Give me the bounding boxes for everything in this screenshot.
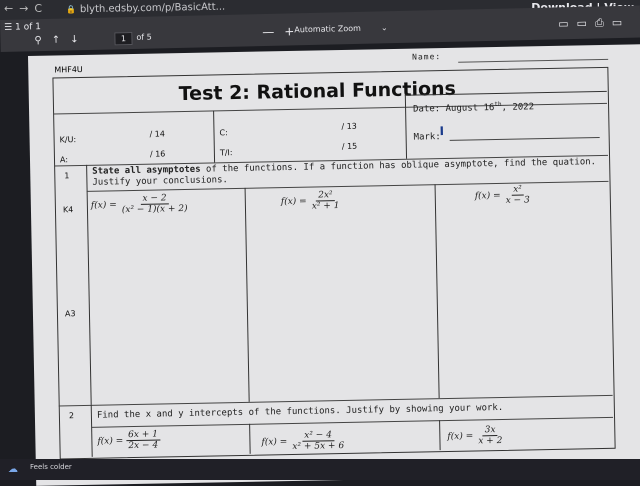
q1-function-1-denominator: (x² − 1)(x + 2) (121, 203, 188, 216)
sidebar-toggle-icon[interactable]: ☰ (4, 23, 15, 33)
q1-function-2-numerator: 2x² (316, 190, 335, 202)
name-line (458, 58, 609, 63)
previous-page-icon[interactable]: ↑ (52, 34, 71, 45)
mark-label: Mark: (413, 132, 441, 143)
q1-function-3: f(x) = x² x − 3 (475, 184, 532, 206)
toolbar-right-icons: ▭▭⎙▭ (558, 16, 630, 32)
q1-function-1-numerator: x − 2 (140, 193, 169, 205)
q1-category-k: K4 (62, 205, 74, 215)
taskbar: ☁ Feels colder (0, 459, 640, 480)
score-total-ti: / 15 (341, 141, 358, 151)
toolbar-left-icons: ⚲↑↓ (34, 34, 88, 46)
page-label: ☰ 1 of 1 (4, 22, 41, 33)
name-label: Name: (412, 52, 442, 62)
q2-function-3-denominator: x + 2 (478, 435, 503, 447)
q1-function-1-label: f(x) = (90, 199, 117, 211)
q1-function-2: f(x) = 2x² x² + 1 (281, 190, 342, 212)
lock-icon: 🔒 (65, 5, 77, 15)
total-pages-label: of 5 (136, 32, 152, 42)
score-label-c: C: (219, 128, 228, 138)
document-page: MHF4U Name: Test 2: Rational Functions K… (28, 44, 640, 486)
q1-function-3-numerator: x² (511, 184, 524, 196)
q2-function-2-denominator: x² + 5x + 6 (292, 441, 345, 452)
zoom-out-button[interactable]: — (262, 25, 284, 39)
q2-function-1-numerator: 6x + 1 (126, 429, 161, 442)
q1-function-3-denominator: x − 3 (505, 195, 530, 206)
q2-number: 2 (68, 411, 75, 421)
weather-text[interactable]: Feels colder (30, 463, 72, 471)
date-suffix: th (494, 100, 502, 109)
score-total-a: / 16 (149, 149, 166, 159)
score-label-ku: K/U: (59, 135, 77, 145)
next-page-icon[interactable]: ↓ (70, 34, 89, 45)
print-icon[interactable]: ⎙ (595, 16, 612, 29)
q1-function-1: f(x) = x − 2 (x² − 1)(x + 2) (91, 193, 190, 216)
q2-function-1-label: f(x) = (97, 435, 124, 447)
page-count-label: 1 of 1 (15, 22, 42, 33)
score-total-c: / 13 (341, 121, 357, 131)
q1-category-a: A3 (64, 309, 76, 319)
q2-function-3-label: f(x) = (447, 431, 474, 442)
q1-instructions-bold: State all asymptotes (92, 164, 201, 177)
date-text: Date: August 16 (413, 103, 495, 115)
score-label-a: A: (59, 155, 69, 165)
score-total-ku: / 14 (149, 129, 166, 139)
zoom-select[interactable]: Automatic Zoom ⌄ (294, 23, 388, 34)
q2-function-2-label: f(x) = (261, 436, 288, 448)
course-code: MHF4U (54, 64, 83, 75)
q2-function-1-denominator: 2x − 4 (128, 440, 159, 452)
presentation-icon[interactable]: ▭ (558, 17, 577, 30)
url-text: blyth.edsby.com/p/BasicAtt... (79, 1, 226, 16)
test-date: Date: August 16th, 2022 (413, 100, 535, 115)
score-label-ti: T/I: (219, 148, 233, 158)
weather-icon[interactable]: ☁ (8, 464, 18, 475)
search-icon[interactable]: ⚲ (34, 35, 52, 46)
q2-function-2: f(x) = x² − 4 x² + 5x + 6 (261, 430, 346, 453)
address-bar[interactable]: 🔒 blyth.edsby.com/p/BasicAtt... (66, 2, 225, 16)
q2-function-3-numerator: 3x (482, 425, 498, 437)
q2-function-1: f(x) = 6x + 1 2x − 4 (97, 429, 161, 452)
q1-number: 1 (64, 171, 70, 181)
date-year: , 2022 (501, 102, 535, 113)
chevron-down-icon: ⌄ (380, 23, 388, 33)
q1-function-3-label: f(x) = (474, 190, 501, 201)
text-cursor-icon: I (439, 124, 445, 139)
zoom-select-value: Automatic Zoom (294, 23, 362, 35)
q2-function-3: f(x) = 3x x + 2 (447, 425, 504, 447)
save-icon[interactable]: ▭ (612, 16, 631, 29)
browser-nav-buttons[interactable]: ←→C (4, 2, 48, 15)
q2-function-2-numerator: x² − 4 (302, 430, 335, 442)
q1-function-2-label: f(x) = (280, 196, 307, 207)
page-number-input[interactable]: 1 (114, 32, 133, 46)
q1-function-2-denominator: x² + 1 (311, 201, 340, 212)
open-file-icon[interactable]: ▭ (576, 17, 595, 30)
